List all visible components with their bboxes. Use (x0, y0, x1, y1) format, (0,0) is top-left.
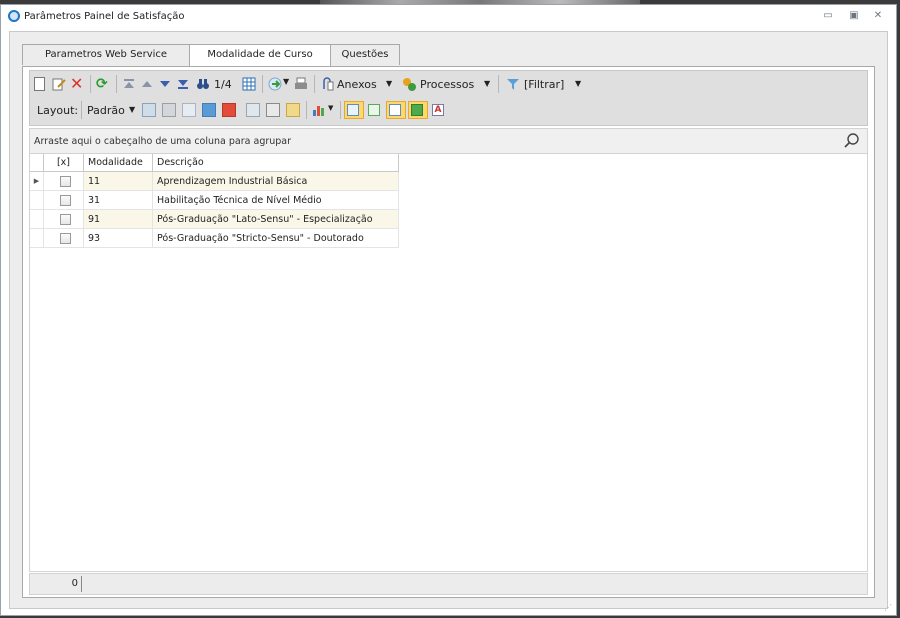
format-icon[interactable] (286, 103, 300, 117)
search-icon[interactable] (843, 132, 861, 150)
row-checkbox[interactable] (60, 233, 71, 244)
filtrar-button[interactable]: [Filtrar] (524, 78, 564, 91)
filter-icon[interactable] (506, 77, 520, 91)
toolbar: ✕ ⟳ 1/4 ▼ Anexos ▼ Processos ▼ [Filtrar]… (29, 70, 868, 126)
cell-modalidade[interactable]: 11 (84, 172, 153, 191)
row-checkbox-cell (44, 191, 84, 210)
cell-modalidade[interactable]: 93 (84, 229, 153, 248)
toolbar-separator (314, 75, 315, 93)
tab-questoes[interactable]: Questões (330, 44, 400, 65)
processos-icon[interactable] (402, 77, 416, 91)
tab-content: ✕ ⟳ 1/4 ▼ Anexos ▼ Processos ▼ [Filtrar]… (22, 66, 875, 598)
columns-icon[interactable] (246, 103, 260, 117)
column-header-modalidade[interactable]: Modalidade (84, 154, 153, 172)
toolbar-separator (340, 101, 341, 119)
chart-dropdown-icon[interactable]: ▼ (328, 104, 333, 112)
font-icon[interactable]: A (432, 104, 444, 116)
toolbar-separator (262, 75, 263, 93)
anexos-button[interactable]: Anexos (337, 78, 377, 91)
filtrar-dropdown-icon[interactable]: ▼ (575, 79, 581, 88)
grid-view-icon[interactable] (242, 77, 256, 91)
window-title: Parâmetros Painel de Satisfação (24, 11, 185, 22)
row-indicator-header (30, 154, 44, 172)
attachment-icon[interactable] (320, 77, 334, 91)
cell-descricao[interactable]: Aprendizagem Industrial Básica (153, 172, 399, 191)
toolbar-separator (81, 101, 82, 119)
chart-icon[interactable] (312, 103, 326, 117)
cell-modalidade[interactable]: 31 (84, 191, 153, 210)
grid-footer: 0 (29, 573, 868, 595)
group-by-hint: Arraste aqui o cabeçalho de uma coluna p… (34, 136, 292, 147)
toolbar-separator (498, 75, 499, 93)
cell-descricao[interactable]: Pós-Graduação "Stricto-Sensu" - Doutorad… (153, 229, 399, 248)
row-checkbox-cell (44, 172, 84, 191)
refresh-icon[interactable]: ⟳ (96, 77, 110, 91)
row-checkbox[interactable] (60, 195, 71, 206)
print-icon[interactable] (294, 77, 308, 91)
tab-modalidade-de-curso[interactable]: Modalidade de Curso (189, 44, 331, 66)
column-header-checkbox[interactable]: [x] (44, 154, 84, 172)
toolbar-separator (90, 75, 91, 93)
layout-grid-icon[interactable] (182, 103, 196, 117)
summary-icon[interactable] (266, 103, 280, 117)
first-record-icon[interactable] (122, 77, 136, 91)
export-dropdown-icon[interactable]: ▼ (283, 77, 289, 86)
column-header-descricao[interactable]: Descrição (153, 154, 399, 172)
view-detail-icon (411, 104, 423, 116)
binoculars-icon[interactable] (196, 77, 210, 91)
current-row-indicator-icon: ▶ (30, 172, 44, 191)
save-layout-icon[interactable] (142, 103, 156, 117)
row-checkbox-cell (44, 229, 84, 248)
export-icon[interactable] (268, 77, 282, 91)
delete-icon[interactable]: ✕ (70, 76, 84, 92)
resize-grip-icon[interactable]: ⋰ (884, 603, 894, 613)
layout-export-icon[interactable] (222, 103, 236, 117)
main-panel: Parametros Web Service Modalidade de Cur… (9, 31, 888, 609)
previous-record-icon[interactable] (140, 77, 154, 91)
group-by-panel[interactable]: Arraste aqui o cabeçalho de uma coluna p… (29, 128, 868, 154)
layout-option-icon[interactable] (162, 103, 176, 117)
title-bar[interactable]: Parâmetros Painel de Satisfação ▭ ▣ ✕ (1, 5, 896, 29)
layout-label: Layout: (37, 104, 79, 117)
cell-modalidade[interactable]: 91 (84, 210, 153, 229)
restore-icon[interactable]: ▣ (847, 10, 861, 22)
processos-button[interactable]: Processos (420, 78, 474, 91)
next-record-icon[interactable] (158, 77, 172, 91)
processos-dropdown-icon[interactable]: ▼ (484, 79, 490, 88)
dialog-window: Parâmetros Painel de Satisfação ▭ ▣ ✕ Pa… (0, 4, 897, 616)
cell-descricao[interactable]: Pós-Graduação "Lato-Sensu" - Especializa… (153, 210, 399, 229)
last-record-icon[interactable] (176, 77, 190, 91)
minimize-icon[interactable]: ▭ (821, 10, 835, 22)
anexos-dropdown-icon[interactable]: ▼ (386, 79, 392, 88)
footer-separator (81, 576, 82, 592)
padrao-button[interactable]: Padrão (87, 104, 125, 117)
row-indicator (30, 229, 44, 248)
toolbar-separator (306, 101, 307, 119)
cell-descricao[interactable]: Habilitação Técnica de Nível Médio (153, 191, 399, 210)
row-checkbox-cell (44, 210, 84, 229)
record-counter: 1/4 (214, 78, 232, 91)
app-icon (8, 10, 20, 22)
view-form-icon (347, 104, 359, 116)
row-indicator (30, 210, 44, 229)
view-card-icon (389, 104, 401, 116)
view-list-icon[interactable] (368, 104, 380, 116)
edit-icon[interactable] (52, 77, 66, 91)
new-document-icon[interactable] (34, 77, 45, 91)
tab-parametros-web-service[interactable]: Parametros Web Service (22, 44, 190, 65)
row-indicator (30, 191, 44, 210)
toolbar-separator (116, 75, 117, 93)
padrao-dropdown-icon[interactable]: ▼ (129, 105, 135, 114)
footer-count: 0 (71, 578, 78, 589)
data-grid: [x] Modalidade Descrição ▶ 11 Aprendizag… (29, 154, 868, 572)
row-checkbox[interactable] (60, 176, 71, 187)
layout-import-icon[interactable] (202, 103, 216, 117)
close-icon[interactable]: ✕ (871, 10, 885, 22)
row-checkbox[interactable] (60, 214, 71, 225)
